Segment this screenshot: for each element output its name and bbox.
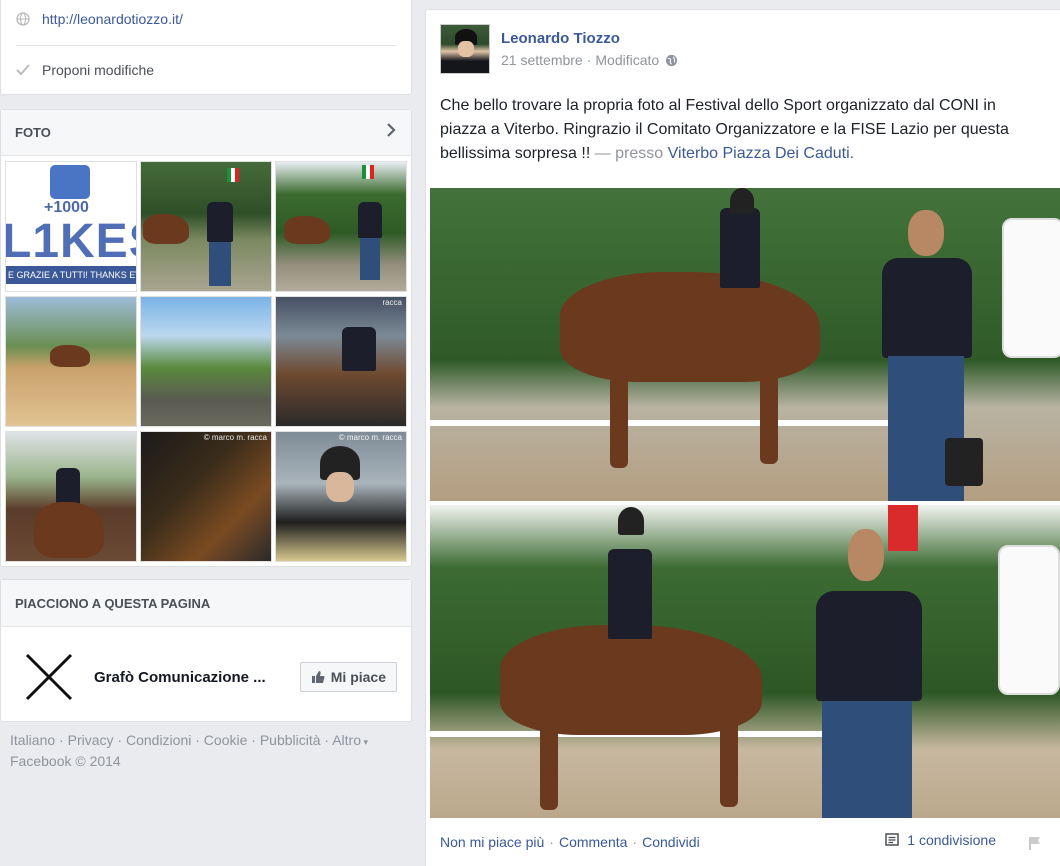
person-figure [816, 591, 922, 701]
helmet-figure [618, 507, 644, 535]
horse-figure [50, 345, 90, 367]
flag-figure [888, 505, 918, 551]
photo-thumbnail[interactable] [5, 296, 137, 427]
face-figure [848, 529, 884, 581]
photo-grid: +1000 L1KES E GRAZIE A TUTTI! THANKS EVE… [5, 161, 409, 562]
helmet-figure [730, 188, 754, 214]
photos-card: FOTO +1000 L1KES E GRAZIE A TUTTI! THANK… [0, 109, 412, 567]
shares-count[interactable]: 1 condivisione [885, 832, 996, 848]
post-meta: 21 settembre · Modificato [501, 52, 678, 68]
share-link[interactable]: Condividi [642, 834, 700, 850]
liked-page-row: Grafò Comunicazione ... Mi piace [21, 652, 397, 702]
chevron-right-icon[interactable] [385, 121, 397, 144]
post-date[interactable]: 21 settembre [501, 52, 583, 68]
comment-link[interactable]: Commenta [559, 834, 627, 850]
like-button-label: Mi piace [330, 669, 386, 685]
footer-link-language[interactable]: Italiano [10, 732, 55, 748]
post-card: Leonardo Tiozzo 21 settembre · Modificat… [425, 9, 1060, 866]
footer: Italiano · Privacy · Condizioni · Cookie… [10, 731, 410, 771]
jeans-figure [822, 701, 912, 818]
suggest-edits-link[interactable]: Proponi modifiche [42, 62, 154, 78]
report-flag-icon[interactable] [1028, 836, 1042, 855]
face-figure [908, 210, 944, 256]
photo-watermark: © marco m. racca [338, 433, 402, 442]
photo-thumbnail[interactable] [275, 161, 407, 292]
flag-icon [362, 165, 374, 179]
globe-icon [16, 12, 42, 26]
photo-thumbnail[interactable] [140, 296, 272, 427]
rider-figure [56, 468, 80, 506]
author-avatar[interactable] [440, 24, 490, 74]
share-icon [885, 832, 900, 846]
photo-thumbnail[interactable]: +1000 L1KES E GRAZIE A TUTTI! THANKS EVE… [5, 161, 137, 292]
person-figure [358, 202, 382, 238]
planter-figure [945, 438, 983, 486]
horse-leg [610, 368, 628, 468]
rider-figure [608, 549, 652, 639]
person-figure [207, 202, 233, 242]
thumbs-up-icon [311, 671, 325, 683]
footer-link-more[interactable]: Altro [332, 732, 361, 748]
copyright: Facebook © 2014 [10, 753, 121, 769]
photo-watermark: racca [382, 298, 402, 307]
liked-pages-title: PIACCIONO A QUESTA PAGINA [1, 580, 411, 627]
face-figure [326, 472, 354, 502]
photo-watermark: © marco m. racca [203, 433, 267, 442]
photo-thumbnail[interactable]: racca [275, 296, 407, 427]
jeans-figure [360, 238, 380, 280]
location-prefix: — presso [594, 145, 664, 162]
likes-text: L1KES [5, 215, 136, 268]
photo-thumbnail[interactable] [140, 161, 272, 292]
photo-thumbnail[interactable] [5, 431, 137, 562]
jeans-figure [209, 242, 231, 286]
horse-figure [143, 214, 189, 244]
horse-figure [560, 272, 820, 382]
photos-title: FOTO [15, 125, 51, 140]
suggest-edits-row[interactable]: Proponi modifiche [16, 50, 396, 90]
checkmark-icon [16, 64, 42, 76]
footer-link-privacy[interactable]: Privacy [68, 732, 114, 748]
footer-link-ads[interactable]: Pubblicità [260, 732, 321, 748]
post-text: Che bello trovare la propria foto al Fes… [440, 94, 1040, 166]
van-figure [998, 545, 1060, 695]
shares-label: 1 condivisione [907, 832, 996, 848]
thumbs-up-icon [50, 165, 90, 199]
flag-icon [227, 168, 239, 182]
horse-figure [284, 216, 330, 244]
divider [16, 45, 396, 46]
fence [430, 420, 890, 426]
photos-header[interactable]: FOTO [1, 110, 411, 156]
liked-pages-card: PIACCIONO A QUESTA PAGINA Grafò Comunica… [0, 579, 412, 722]
footer-links: Italiano · Privacy · Condizioni · Cookie… [10, 732, 369, 748]
like-page-button[interactable]: Mi piace [299, 662, 397, 692]
caret-down-icon[interactable]: ▾ [361, 737, 369, 747]
unlike-link[interactable]: Non mi piace più [440, 834, 544, 850]
edited-label[interactable]: Modificato [595, 52, 659, 68]
photo-thumbnail[interactable]: © marco m. racca [275, 431, 407, 562]
website-row: http://leonardotiozzo.it/ [16, 0, 396, 39]
post-photo[interactable] [430, 505, 1060, 818]
person-figure [882, 258, 972, 358]
footer-link-terms[interactable]: Condizioni [126, 732, 191, 748]
van-figure [1002, 218, 1060, 358]
rider-figure [720, 208, 760, 288]
page-logo[interactable] [21, 652, 77, 702]
horse-leg [720, 717, 738, 807]
liked-page-name[interactable]: Grafò Comunicazione ... [94, 669, 300, 686]
photo-thumbnail[interactable]: © marco m. racca [140, 431, 272, 562]
location-link[interactable]: Viterbo Piazza Dei Caduti. [668, 145, 854, 162]
author-name[interactable]: Leonardo Tiozzo [501, 30, 620, 47]
horse-leg [540, 715, 558, 810]
globe-icon[interactable] [665, 54, 678, 67]
rider-figure [342, 327, 376, 371]
post-photo[interactable] [430, 188, 1060, 501]
page-info-card: http://leonardotiozzo.it/ Proponi modifi… [0, 0, 412, 95]
footer-link-cookie[interactable]: Cookie [204, 732, 248, 748]
thanks-strip: E GRAZIE A TUTTI! THANKS EVERY [6, 266, 136, 284]
website-link[interactable]: http://leonardotiozzo.it/ [42, 11, 183, 27]
horse-leg [760, 368, 778, 464]
horse-figure [34, 502, 104, 558]
